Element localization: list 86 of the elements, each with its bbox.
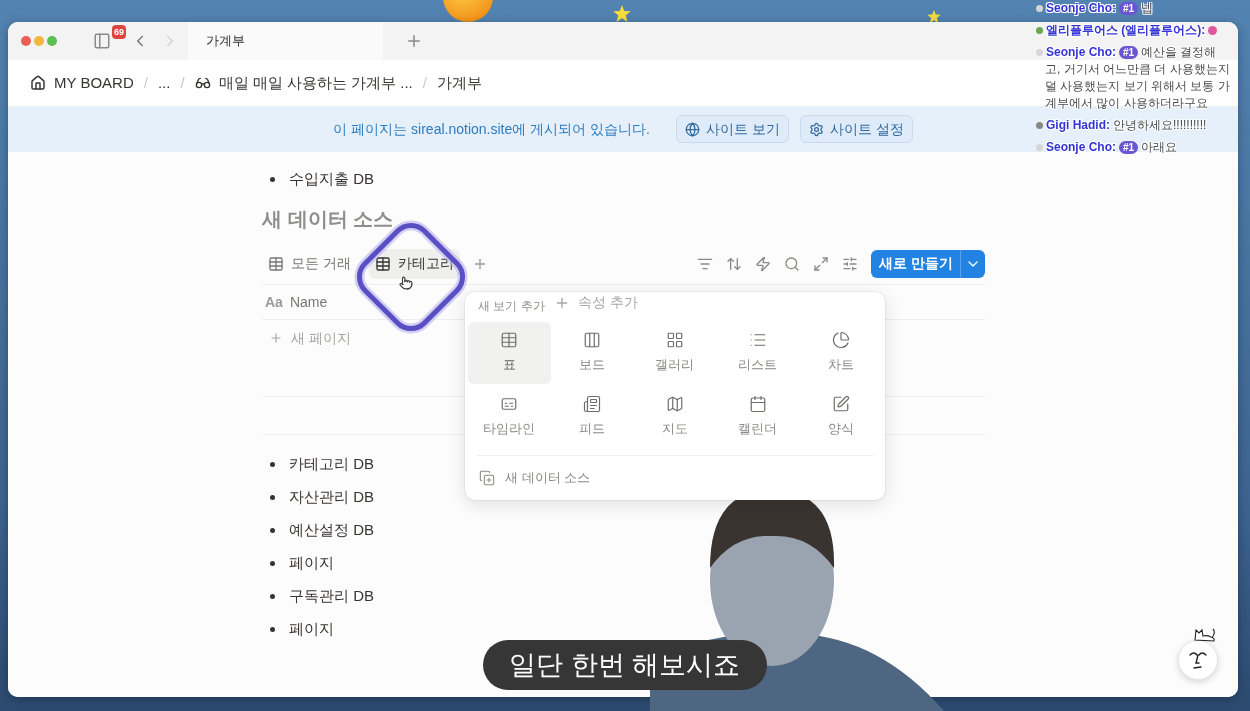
maximize-window-icon[interactable]: [47, 36, 57, 46]
columns-icon: [583, 331, 602, 350]
bullet-icon: [270, 495, 275, 500]
database-title-field[interactable]: 새 데이터 소스: [262, 201, 562, 237]
view-type-option[interactable]: 피드: [550, 386, 634, 448]
bullet-item-text: 예산설정 DB: [289, 520, 374, 541]
lightning-icon[interactable]: [755, 255, 772, 272]
bullet-item-text: 수입지출 DB: [289, 169, 374, 190]
sliders-icon[interactable]: [842, 255, 859, 272]
bullet-icon: [270, 177, 275, 182]
glasses-icon: [194, 75, 211, 91]
sidebar-icon: [93, 32, 111, 50]
chat-badge: #1: [1119, 2, 1139, 15]
bullet-item-text: 구독관리 DB: [289, 586, 374, 607]
edit-icon: [831, 395, 850, 414]
breadcrumb-link[interactable]: ...: [157, 71, 171, 95]
chat-message-text: 고, 거기서 어느만큼 더 사용했는지: [1044, 61, 1231, 78]
view-type-option[interactable]: 지도: [633, 386, 717, 448]
view-type-option[interactable]: 타임라인: [468, 386, 551, 448]
chat-message-text: 안녕하세요!!!!!!!!!!: [1113, 117, 1207, 134]
breadcrumb-link[interactable]: 가계부: [436, 71, 482, 95]
view-tab[interactable]: 카테고리: [368, 248, 460, 279]
grid-icon: [666, 331, 684, 350]
browser-tab[interactable]: 가계부: [188, 22, 383, 60]
breadcrumb-separator: /: [180, 72, 185, 93]
subtitle-caption: 일단 한번 해보시죠: [483, 640, 767, 690]
plus-icon: [269, 331, 283, 345]
chat-username: Seonje Cho:: [1046, 44, 1116, 61]
face-doodle-icon: [1187, 649, 1209, 671]
chat-username: 엘리플루어스 (엘리플루어스):: [1046, 22, 1206, 39]
new-tab-icon[interactable]: [405, 32, 423, 50]
add-property-button[interactable]: 속성 추가: [554, 292, 638, 313]
globe-icon: [684, 121, 700, 137]
bullet-item-text: 페이지: [289, 553, 334, 574]
new-button[interactable]: 새로 만들기: [871, 249, 961, 278]
view-type-option[interactable]: 표: [468, 322, 551, 384]
breadcrumb-link[interactable]: MY BOARD: [30, 71, 134, 95]
bullet-icon: [270, 561, 275, 566]
settings-icon: [808, 121, 824, 137]
column-header-label[interactable]: Name: [289, 292, 328, 313]
close-window-icon[interactable]: [21, 36, 31, 46]
view-type-option[interactable]: 양식: [799, 386, 882, 448]
table-icon: [374, 255, 391, 272]
chat-message-text: 계부에서 많이 사용하더라구요: [1044, 95, 1209, 112]
table-icon: [268, 255, 284, 272]
bullet-icon: [270, 627, 275, 632]
bullet-icon: [270, 462, 275, 467]
star-icon: [613, 5, 631, 22]
chat-message-text: 덜 사용했는지 보기 위해서 보통 가: [1044, 78, 1231, 95]
home-icon: [30, 75, 46, 91]
sort-icon[interactable]: [726, 255, 743, 272]
chat-username: Seonje Cho:: [1046, 0, 1116, 17]
site-button[interactable]: 사이트 보기: [675, 115, 789, 143]
site-button[interactable]: 사이트 설정: [799, 115, 913, 143]
pie-chart-icon: [831, 331, 850, 350]
breadcrumb-separator: /: [422, 72, 427, 93]
table-icon: [500, 331, 519, 350]
chat-message-text: 아래요: [1141, 139, 1178, 156]
banner-text: 이 페이지는 sireal.notion.site에 게시되어 있습니다.: [333, 119, 650, 139]
view-type-option[interactable]: 캘린더: [716, 386, 800, 448]
cat-icon: [1193, 626, 1217, 642]
breadcrumb-separator: /: [143, 72, 148, 93]
notification-badge: 69: [112, 25, 126, 39]
bullet-icon: [270, 594, 275, 599]
new-dropdown-button[interactable]: [961, 249, 985, 278]
newspaper-icon: [583, 395, 602, 414]
view-tab[interactable]: 모든 거래: [262, 248, 357, 279]
search-icon[interactable]: [784, 255, 801, 272]
new-data-source-button[interactable]: 새 데이터 소스: [471, 463, 879, 493]
expand-icon[interactable]: [813, 255, 830, 272]
column-type-glyph: Aa: [265, 293, 283, 312]
bullet-icon: [270, 528, 275, 533]
menu-heading: 새 보기 추가: [478, 298, 545, 315]
bullet-item-text: 페이지: [289, 619, 334, 640]
chat-username: Gigi Hadid:: [1046, 117, 1110, 134]
star-icon: [927, 10, 941, 23]
chat-username: Seonje Cho:: [1046, 139, 1116, 156]
bullet-item-text: 카테고리 DB: [289, 454, 374, 475]
map-icon: [666, 395, 684, 414]
calendar-icon: [748, 395, 767, 414]
hand-cursor-icon: [399, 276, 413, 290]
chat-message-text: 예산을 결정해: [1141, 44, 1217, 61]
chat-message-text: 넵: [1141, 0, 1154, 17]
bullet-item-text: 자산관리 DB: [289, 487, 374, 508]
copy-plus-icon: [479, 470, 495, 486]
breadcrumb-link[interactable]: 매일 매일 사용하는 가계부 ...: [194, 71, 413, 95]
